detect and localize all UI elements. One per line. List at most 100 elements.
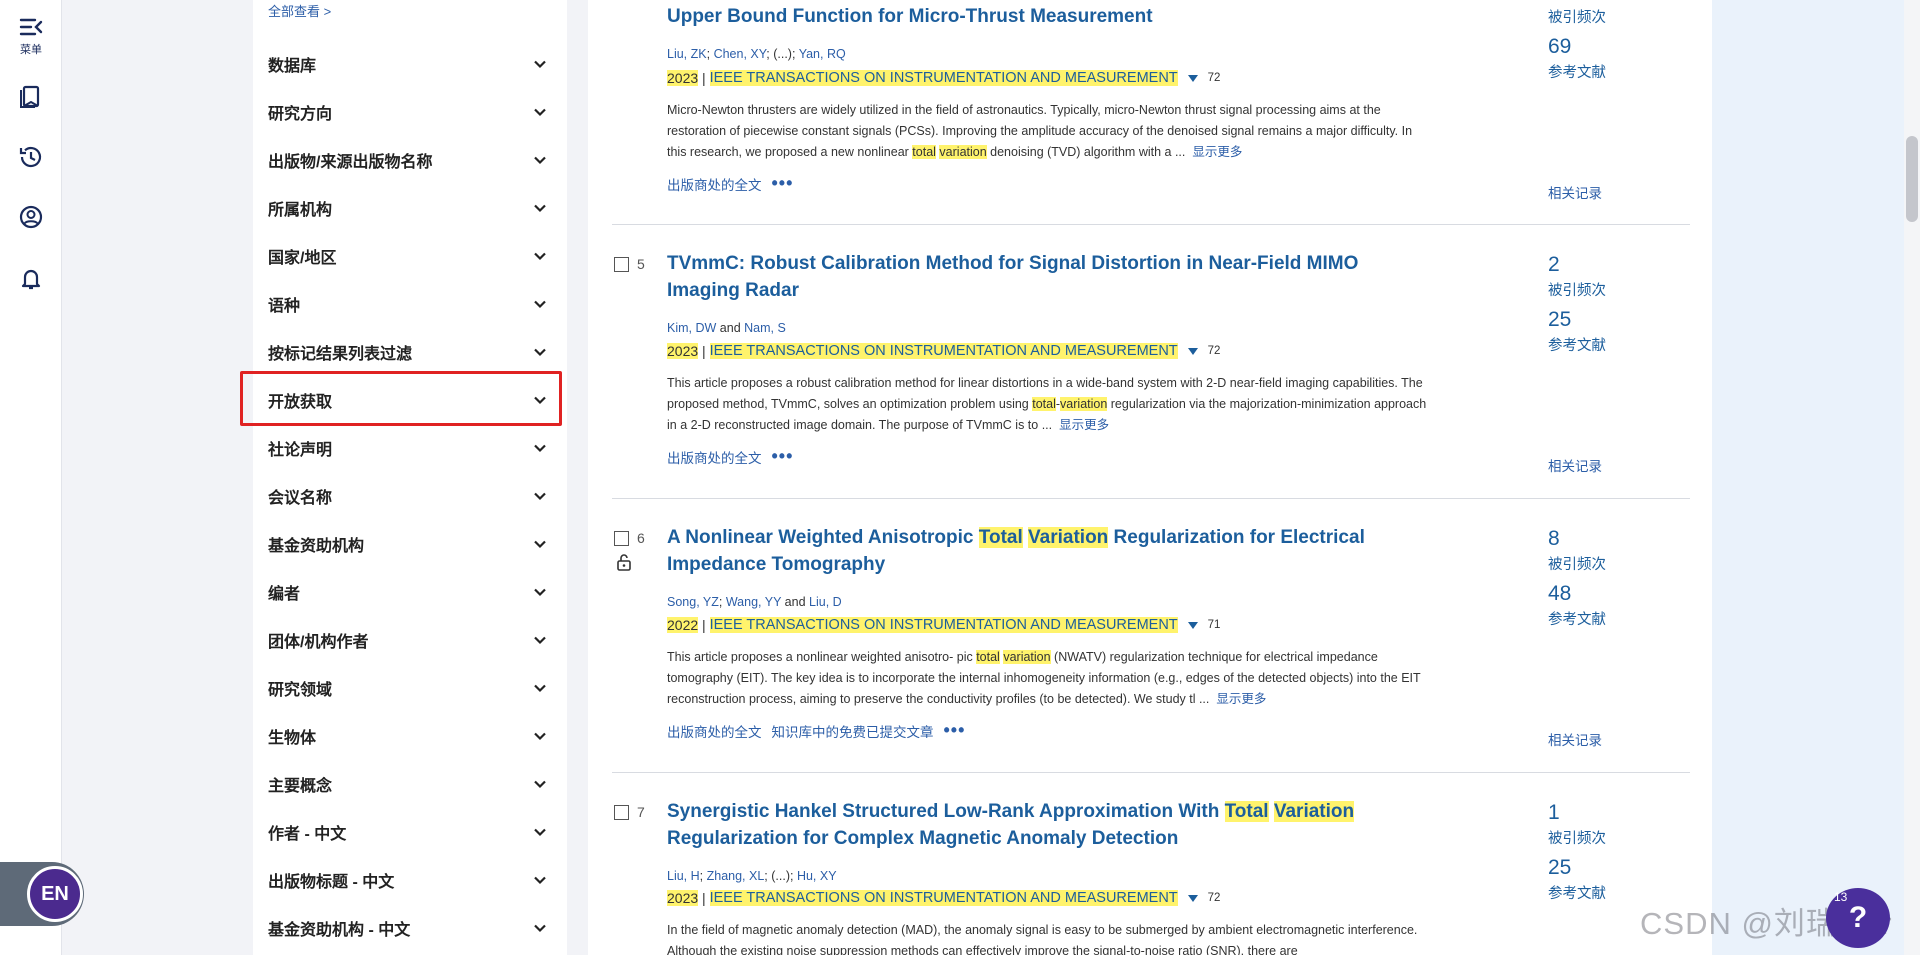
filter-item[interactable]: 语种: [268, 289, 548, 319]
filter-item[interactable]: 出版物/来源出版物名称: [268, 145, 548, 175]
references-count[interactable]: 25: [1548, 308, 1571, 332]
profile-button[interactable]: [0, 204, 62, 230]
record-checkbox[interactable]: [614, 805, 629, 820]
record-links: 出版商处的全文 知识库中的免费已提交文章 •••: [667, 720, 965, 741]
publisher-fulltext-link[interactable]: 出版商处的全文: [667, 721, 762, 741]
publisher-fulltext-link[interactable]: 出版商处的全文: [667, 447, 762, 467]
references-count[interactable]: 69: [1548, 35, 1571, 59]
filter-item[interactable]: 会议名称: [268, 481, 548, 511]
free-repository-link[interactable]: 知识库中的免费已提交文章: [772, 721, 934, 741]
bookmark-button[interactable]: [0, 84, 62, 110]
record-authors: Song, YZ; Wang, YY and Liu, D: [667, 595, 842, 609]
author-link[interactable]: Liu, ZK: [667, 47, 707, 61]
menu-icon: [19, 18, 43, 36]
author-link[interactable]: Wang, YY: [726, 595, 781, 609]
filter-item[interactable]: 生物体: [268, 721, 548, 751]
references-label[interactable]: 参考文献: [1548, 608, 1606, 629]
references-count[interactable]: 25: [1548, 856, 1571, 880]
more-options-icon[interactable]: •••: [944, 720, 966, 741]
record-checkbox[interactable]: [614, 257, 629, 272]
record-source: 2023 | IEEE TRANSACTIONS ON INSTRUMENTAT…: [667, 70, 1221, 86]
show-more-link[interactable]: 显示更多: [1059, 418, 1109, 432]
journal-link[interactable]: IEEE TRANSACTIONS ON INSTRUMENTATION AND…: [709, 343, 1178, 359]
citations-count[interactable]: 1: [1548, 801, 1560, 825]
filter-item[interactable]: 出版物标题 - 中文: [268, 865, 548, 895]
show-more-link[interactable]: 显示更多: [1192, 145, 1242, 159]
chevron-down-icon: [534, 204, 546, 213]
journal-dropdown-icon[interactable]: [1187, 894, 1198, 902]
citations-label[interactable]: 被引频次: [1548, 279, 1606, 300]
journal-count: 72: [1207, 345, 1221, 357]
journal-link[interactable]: IEEE TRANSACTIONS ON INSTRUMENTATION AND…: [709, 70, 1178, 86]
chevron-down-icon: [534, 108, 546, 117]
filter-item[interactable]: 基金资助机构 - 中文: [268, 913, 548, 943]
show-more-link[interactable]: 显示更多: [1216, 692, 1266, 706]
author-link[interactable]: Song, YZ: [667, 595, 719, 609]
publisher-fulltext-link[interactable]: 出版商处的全文: [667, 174, 762, 194]
chevron-down-icon: [534, 924, 546, 933]
filter-item[interactable]: 作者 - 中文: [268, 817, 548, 847]
chevron-down-icon: [534, 300, 546, 309]
author-link[interactable]: Liu, H: [667, 869, 700, 883]
filter-label: 基金资助机构: [268, 538, 365, 555]
filter-item[interactable]: 数据库: [268, 49, 548, 79]
filter-item[interactable]: 社论声明: [268, 433, 548, 463]
record-abstract: This article proposes a robust calibrati…: [667, 376, 1427, 432]
more-options-icon[interactable]: •••: [772, 173, 794, 194]
record-title[interactable]: A Nonlinear Weighted Anisotropic Total V…: [667, 524, 1427, 578]
more-options-icon[interactable]: •••: [772, 446, 794, 467]
pub-year: 2022: [667, 617, 699, 633]
author-link[interactable]: Kim, DW: [667, 321, 716, 335]
record-title[interactable]: TVmmC: Robust Calibration Method for Sig…: [667, 250, 1427, 304]
citations-label[interactable]: 被引频次: [1548, 827, 1606, 848]
journal-dropdown-icon[interactable]: [1187, 74, 1198, 82]
author-link[interactable]: Zhang, XL: [707, 869, 765, 883]
record-title[interactable]: Synergistic Hankel Structured Low-Rank A…: [667, 798, 1427, 852]
pub-year: 2023: [667, 890, 699, 906]
author-link[interactable]: Yan, RQ: [799, 47, 846, 61]
record-separator: [612, 772, 1690, 773]
author-link[interactable]: Chen, XY: [714, 47, 767, 61]
citations-count[interactable]: 8: [1548, 527, 1560, 551]
related-records-link[interactable]: 相关记录: [1548, 455, 1602, 475]
references-count[interactable]: 48: [1548, 582, 1571, 606]
record-number: 5: [637, 256, 645, 272]
journal-dropdown-icon[interactable]: [1187, 347, 1198, 355]
author-link[interactable]: Liu, D: [809, 595, 842, 609]
journal-count: 72: [1207, 892, 1221, 904]
author-link[interactable]: Nam, S: [744, 321, 786, 335]
filter-item[interactable]: 编者: [268, 577, 548, 607]
scrollbar-thumb[interactable]: [1906, 136, 1918, 222]
related-records-link[interactable]: 相关记录: [1548, 182, 1602, 202]
filter-item[interactable]: 研究方向: [268, 97, 548, 127]
references-label[interactable]: 参考文献: [1548, 882, 1606, 903]
journal-link[interactable]: IEEE TRANSACTIONS ON INSTRUMENTATION AND…: [709, 890, 1178, 906]
filter-item[interactable]: 按标记结果列表过滤: [268, 337, 548, 367]
filter-label: 所属机构: [268, 202, 333, 219]
record-checkbox[interactable]: [614, 531, 629, 546]
history-button[interactable]: [0, 144, 62, 170]
help-count-badge: 13: [1834, 890, 1848, 904]
citations-label[interactable]: 被引频次: [1548, 553, 1606, 574]
alerts-button[interactable]: [0, 266, 62, 292]
menu-button[interactable]: 菜单: [0, 14, 62, 57]
filter-item[interactable]: 主要概念: [268, 769, 548, 799]
journal-dropdown-icon[interactable]: [1187, 621, 1198, 629]
author-link[interactable]: Hu, XY: [797, 869, 837, 883]
see-all-link[interactable]: 全部查看 >: [268, 1, 331, 20]
filter-item[interactable]: 团体/机构作者: [268, 625, 548, 655]
filter-item[interactable]: 所属机构: [268, 193, 548, 223]
references-label[interactable]: 参考文献: [1548, 61, 1606, 82]
filter-item[interactable]: 国家/地区: [268, 241, 548, 271]
filter-label: 生物体: [268, 730, 317, 747]
citations-count[interactable]: 2: [1548, 253, 1560, 277]
filter-item[interactable]: 基金资助机构: [268, 529, 548, 559]
record-title[interactable]: Upper Bound Function for Micro-Thrust Me…: [667, 3, 1427, 30]
language-button[interactable]: EN: [27, 866, 83, 922]
filter-item[interactable]: 研究领域: [268, 673, 548, 703]
right-margin: [1712, 0, 1920, 955]
related-records-link[interactable]: 相关记录: [1548, 729, 1602, 749]
filter-item[interactable]: 开放获取: [268, 385, 548, 415]
references-label[interactable]: 参考文献: [1548, 334, 1606, 355]
journal-link[interactable]: IEEE TRANSACTIONS ON INSTRUMENTATION AND…: [709, 617, 1178, 633]
